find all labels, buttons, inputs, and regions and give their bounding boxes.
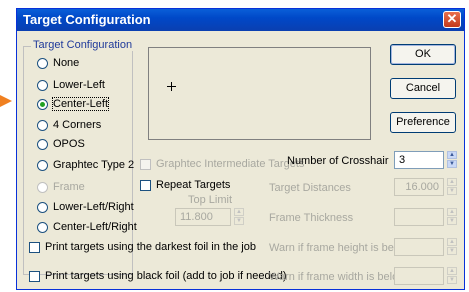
checkbox-label: Graphtec Intermediate Targets (156, 158, 305, 170)
top-limit-label: Top Limit (188, 194, 233, 206)
radio-opos[interactable]: OPOS (37, 136, 85, 152)
ok-button[interactable]: OK (390, 44, 456, 65)
spin-up-icon: ▲ (234, 208, 244, 216)
crosshair-input[interactable]: 3 (394, 151, 444, 169)
frame-thickness-spinner: ▲ ▼ (447, 208, 457, 226)
checkbox-icon (140, 158, 151, 170)
target-preview-box (148, 47, 371, 140)
radio-frame: Frame (37, 179, 85, 195)
dialog-title: Target Configuration (23, 12, 151, 27)
radio-circle-icon[interactable] (37, 221, 48, 233)
warn-height-label: Warn if frame height is below (269, 242, 411, 254)
top-limit-spinner: ▲ ▼ (234, 208, 244, 226)
warn-height-input (394, 238, 444, 256)
frame-thickness-input (394, 208, 444, 226)
radio-label: None (53, 57, 80, 69)
target-distances-label: Target Distances (269, 182, 351, 194)
radio-none[interactable]: None (37, 55, 79, 71)
radio-circle-icon[interactable] (37, 57, 48, 69)
radio-circle-icon[interactable] (37, 201, 48, 213)
pointer-arrow-icon (0, 95, 12, 107)
warn-width-spinner: ▲ ▼ (447, 267, 457, 285)
checkbox-icon[interactable] (140, 179, 151, 191)
radio-label: Lower-Left/Right (53, 201, 134, 213)
radio-label: Lower-Left (53, 79, 105, 91)
checkbox-label: Print targets using black foil (add to j… (45, 270, 287, 282)
radio-label: Graphtec Type 2 (53, 159, 135, 171)
radio-center-left-right[interactable]: Center-Left/Right (37, 219, 137, 235)
repeat-targets-checkbox[interactable]: Repeat Targets (140, 177, 230, 193)
crosshair-label: Number of Crosshair (287, 155, 389, 167)
dialog-window: Target Configuration ✕ Target Configurat… (16, 8, 465, 290)
warn-height-spinner: ▲ ▼ (447, 238, 457, 256)
top-limit-input: 11.800 (175, 208, 231, 226)
checkbox-icon[interactable] (29, 270, 40, 282)
spin-up-icon: ▲ (447, 267, 457, 275)
checkbox-icon[interactable] (29, 241, 40, 253)
spin-down-icon: ▼ (234, 217, 244, 225)
radio-lower-left[interactable]: Lower-Left (37, 77, 105, 93)
crosshair-spinner[interactable]: ▲ ▼ (447, 151, 457, 169)
radio-circle-icon[interactable] (37, 79, 48, 91)
warn-width-label: Warn if frame width is below (269, 271, 407, 283)
preference-button[interactable]: Preference (390, 112, 456, 133)
radio-circle-icon[interactable] (37, 159, 48, 171)
spin-down-icon: ▼ (447, 247, 457, 255)
crosshair-v-icon (171, 82, 172, 91)
spin-down-icon: ▼ (447, 276, 457, 284)
radio-lower-left-right[interactable]: Lower-Left/Right (37, 199, 134, 215)
print-darkest-checkbox[interactable]: Print targets using the darkest foil in … (29, 239, 256, 255)
checkbox-label: Print targets using the darkest foil in … (45, 241, 256, 253)
print-black-checkbox[interactable]: Print targets using black foil (add to j… (29, 268, 287, 284)
warn-width-input (394, 267, 444, 285)
radio-label: Center-Left (51, 97, 110, 111)
spin-up-icon[interactable]: ▲ (447, 151, 457, 159)
radio-label: Frame (53, 181, 85, 193)
radio-checked-icon[interactable] (37, 98, 48, 110)
cancel-button[interactable]: Cancel (390, 78, 456, 99)
radio-circle-icon[interactable] (37, 119, 48, 131)
spin-down-icon[interactable]: ▼ (447, 160, 457, 168)
radio-label: 4 Corners (53, 119, 102, 131)
title-bar: Target Configuration (17, 9, 464, 31)
spin-down-icon: ▼ (447, 187, 457, 195)
spin-up-icon: ▲ (447, 178, 457, 186)
graphtec-intermediate-checkbox: Graphtec Intermediate Targets (140, 156, 304, 172)
spin-up-icon: ▲ (447, 238, 457, 246)
radio-4-corners[interactable]: 4 Corners (37, 117, 101, 133)
checkbox-label: Repeat Targets (156, 179, 231, 191)
target-distances-input: 16.000 (394, 178, 444, 196)
radio-center-left[interactable]: Center-Left (37, 96, 110, 112)
close-button[interactable]: ✕ (443, 11, 461, 28)
radio-label: Center-Left/Right (53, 221, 137, 233)
radio-label: OPOS (53, 138, 85, 150)
frame-thickness-label: Frame Thickness (269, 212, 354, 224)
spin-down-icon: ▼ (447, 217, 457, 225)
target-distances-spinner: ▲ ▼ (447, 178, 457, 196)
radio-circle-icon[interactable] (37, 138, 48, 150)
group-label: Target Configuration (31, 39, 135, 51)
radio-circle-icon (37, 181, 48, 193)
spin-up-icon: ▲ (447, 208, 457, 216)
radio-graphtec-type-2[interactable]: Graphtec Type 2 (37, 157, 134, 173)
